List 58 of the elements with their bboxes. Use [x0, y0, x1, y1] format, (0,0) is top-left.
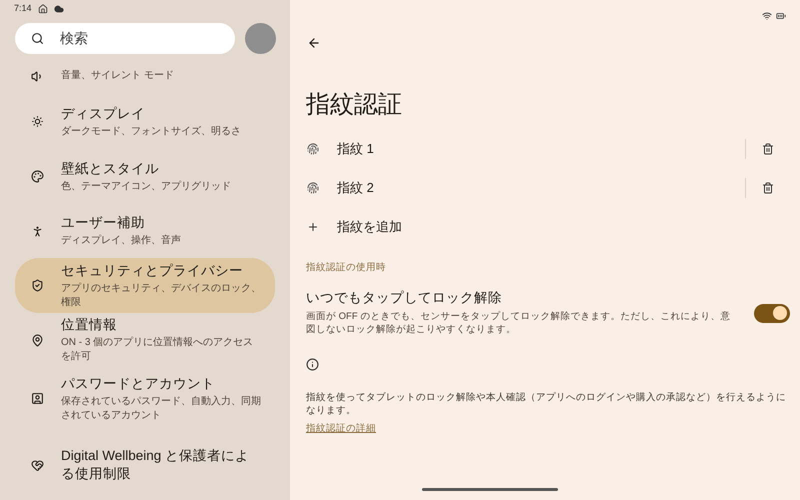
sidebar-item[interactable]: 音量、サイレント モード [15, 58, 275, 94]
back-button[interactable] [307, 36, 321, 50]
plus-icon [307, 221, 319, 233]
fingerprint-icon [307, 182, 319, 194]
location-pin-icon [31, 334, 44, 346]
sidebar-item[interactable]: Digital Wellbeing と保護者による使用制限 [15, 430, 275, 500]
speaker-icon [31, 70, 44, 82]
search-placeholder: 検索 [60, 29, 88, 48]
item-title: セキュリティとプライバシー [61, 262, 244, 280]
sidebar-item[interactable]: 壁紙とスタイル 色、テーマアイコン、アプリグリッド [15, 149, 275, 204]
heart-hands-icon [31, 458, 44, 472]
info-icon [306, 358, 319, 372]
home-icon [38, 4, 48, 14]
palette-icon [31, 170, 44, 183]
item-subtitle: ON - 3 個のアプリに位置情報へのアクセスを許可 [61, 336, 254, 364]
item-subtitle: 保存されているパスワード、自動入力、同期されているアカウント [61, 394, 262, 422]
learn-more-link[interactable]: 指紋認証の詳細 [306, 422, 376, 436]
item-title: ユーザー補助 [61, 214, 146, 232]
search-icon [31, 32, 44, 45]
battery-icon [776, 11, 786, 21]
wifi-icon [762, 11, 772, 21]
item-title: 壁紙とスタイル [61, 160, 160, 178]
item-subtitle: 音量、サイレント モード [61, 69, 174, 83]
fingerprint-icon [307, 142, 319, 154]
sidebar-item[interactable]: ディスプレイ ダークモード、フォントサイズ、明るさ [15, 94, 275, 149]
delete-button[interactable] [762, 142, 774, 154]
fingerprint-row[interactable]: 指紋 2 [290, 168, 800, 207]
item-title: ディスプレイ [61, 104, 146, 122]
setting-title: いつでもタップしてロック解除 [306, 290, 502, 306]
brightness-icon [31, 115, 44, 128]
fingerprint-row[interactable]: 指紋 1 [290, 129, 800, 168]
sidebar-item[interactable]: ユーザー補助 ディスプレイ、操作、音声 [15, 204, 275, 258]
fingerprint-label: 指紋 2 [337, 178, 374, 197]
item-title: パスワードとアカウント [61, 374, 216, 392]
item-title: Digital Wellbeing と保護者による使用制限 [61, 447, 250, 483]
sidebar-item[interactable]: パスワードとアカウント 保存されているパスワード、自動入力、同期されているアカウント [15, 367, 275, 430]
status-time: 7:14 [14, 2, 32, 16]
setting-description: 画面が OFF のときでも、センサーをタップしてロック解除できます。ただし、これにより、意図しないロック解除が起こりやすくなります。 [306, 310, 732, 336]
item-subtitle: ダークモード、フォントサイズ、明るさ [61, 124, 241, 138]
item-subtitle: 色、テーマアイコン、アプリグリッド [61, 180, 231, 194]
sidebar-item[interactable]: 位置情報 ON - 3 個のアプリに位置情報へのアクセスを許可 [15, 313, 275, 367]
info-text: 指紋を使ってタブレットのロック解除や本人確認（アプリへのログインや購入の承認など）を行えるようになります。 [306, 391, 787, 418]
add-fingerprint-button[interactable]: 指紋を追加 [290, 207, 418, 247]
person-icon [31, 224, 44, 238]
shield-check-icon [31, 279, 44, 292]
account-icon [31, 392, 44, 405]
fingerprint-label: 指紋 1 [337, 140, 374, 158]
search-field[interactable]: 検索 [15, 23, 235, 54]
item-subtitle: アプリのセキュリティ、デバイスのロック、権限 [61, 282, 262, 310]
item-title: 位置情報 [61, 316, 118, 334]
navigation-handle[interactable] [422, 488, 558, 491]
delete-button[interactable] [762, 182, 774, 194]
cloud-icon [54, 4, 64, 14]
page-title: 指紋認証 [306, 90, 402, 120]
sidebar-item[interactable]: セキュリティとプライバシー アプリのセキュリティ、デバイスのロック、権限 [15, 258, 275, 313]
section-header: 指紋認証の使用時 [306, 261, 386, 275]
item-subtitle: ディスプレイ、操作、音声 [61, 234, 181, 248]
toggle-switch[interactable] [754, 304, 790, 323]
